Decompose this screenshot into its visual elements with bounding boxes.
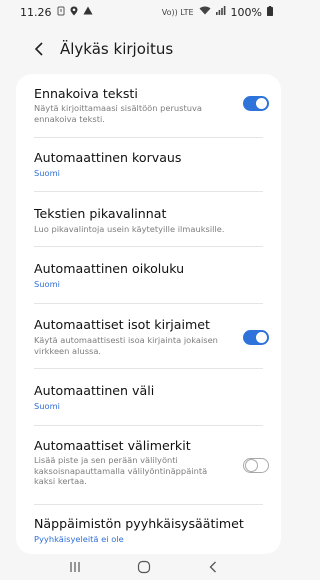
recent-apps-button[interactable] (60, 557, 90, 577)
warning-icon (83, 6, 93, 18)
setting-title: Näppäimistön pyyhkäisysäätimet (34, 516, 244, 531)
page-title: Älykäs kirjoitus (60, 40, 174, 58)
setting-description-line-1: Luo pikavalintoja usein käytetyille ilma… (34, 224, 225, 234)
setting-description-line-2: ennakoiva teksti. (34, 113, 105, 124)
setting-description-line-1: Lisää piste ja sen perään välilyönti (34, 455, 178, 465)
back-arrow-icon (34, 42, 43, 56)
setting-description-line-2: virkkeen alussa. (34, 345, 102, 356)
status-right: Vo)) LTE 100% (161, 5, 273, 19)
home-button[interactable] (129, 557, 159, 577)
location-icon (70, 6, 78, 19)
status-left: 11.26 (20, 6, 93, 19)
status-time: 11.26 (20, 5, 52, 19)
setting-value: Pyyhkäisyeleitä ei ole (34, 534, 124, 544)
setting-title: Ennakoiva teksti (34, 86, 138, 101)
setting-auto-capitalize[interactable]: Automaattiset isot kirjaimet Käytä autom… (16, 304, 281, 367)
setting-title: Automaattinen korvaus (34, 150, 182, 165)
setting-value: Suomi (34, 279, 60, 289)
navigation-bar (0, 554, 287, 580)
setting-title: Automaattinen oikoluku (34, 261, 185, 276)
toggle-knob (255, 331, 268, 344)
setting-description-line-1: Näytä kirjoittamaasi sisältöön perustuva (34, 103, 202, 113)
home-icon (137, 560, 150, 574)
predictive-text-toggle[interactable] (243, 96, 269, 111)
status-bar: 11.26 Vo)) LTE 100% (0, 0, 287, 24)
setting-auto-spacing[interactable]: Automaattinen väli Suomi (16, 369, 281, 423)
recent-apps-icon (69, 562, 80, 572)
alarm-icon (57, 6, 65, 19)
back-nav-icon (209, 561, 216, 573)
setting-auto-spellcheck[interactable]: Automaattinen oikoluku Suomi (16, 247, 281, 300)
setting-title: Automaattiset isot kirjaimet (34, 317, 210, 332)
setting-auto-punctuation[interactable]: Automaattiset välimerkit Lisää piste ja … (16, 426, 281, 502)
setting-swipe-controls[interactable]: Näppäimistön pyyhkäisysäätimet Pyyhkäisy… (16, 505, 281, 554)
setting-description-line-1: Käytä automaattisesti isoa kirjainta jok… (34, 335, 218, 345)
setting-description-line-2: kaksoisnapauttamalla välilyöntinäppäintä (34, 465, 208, 476)
auto-capitalize-toggle[interactable] (243, 330, 269, 345)
setting-title: Automaattinen väli (34, 383, 155, 398)
setting-text-shortcuts[interactable]: Tekstien pikavalinnat Luo pikavalintoja … (16, 192, 281, 244)
setting-title: Tekstien pikavalinnat (34, 206, 167, 221)
settings-card: Ennakoiva teksti Näytä kirjoittamaasi si… (16, 74, 281, 554)
setting-value: Suomi (34, 401, 60, 411)
setting-title: Automaattiset välimerkit (34, 438, 191, 453)
toggle-knob (255, 97, 268, 110)
back-nav-button[interactable] (198, 557, 228, 577)
setting-auto-replace[interactable]: Automaattinen korvaus Suomi (16, 138, 281, 190)
signal-icon (215, 6, 226, 18)
setting-value: Suomi (34, 168, 60, 178)
battery-icon (267, 5, 273, 19)
wifi-icon (199, 6, 211, 18)
battery-percent: 100% (230, 5, 262, 19)
app-bar: Älykäs kirjoitus (0, 34, 287, 64)
back-button[interactable] (28, 38, 50, 60)
setting-description-line-3: kaksi kertaa. (34, 476, 87, 486)
auto-punctuation-toggle[interactable] (243, 458, 269, 473)
toggle-knob (245, 459, 258, 472)
volte-indicator: Vo)) LTE (161, 7, 194, 17)
setting-predictive-text[interactable]: Ennakoiva teksti Näytä kirjoittamaasi si… (16, 74, 281, 134)
